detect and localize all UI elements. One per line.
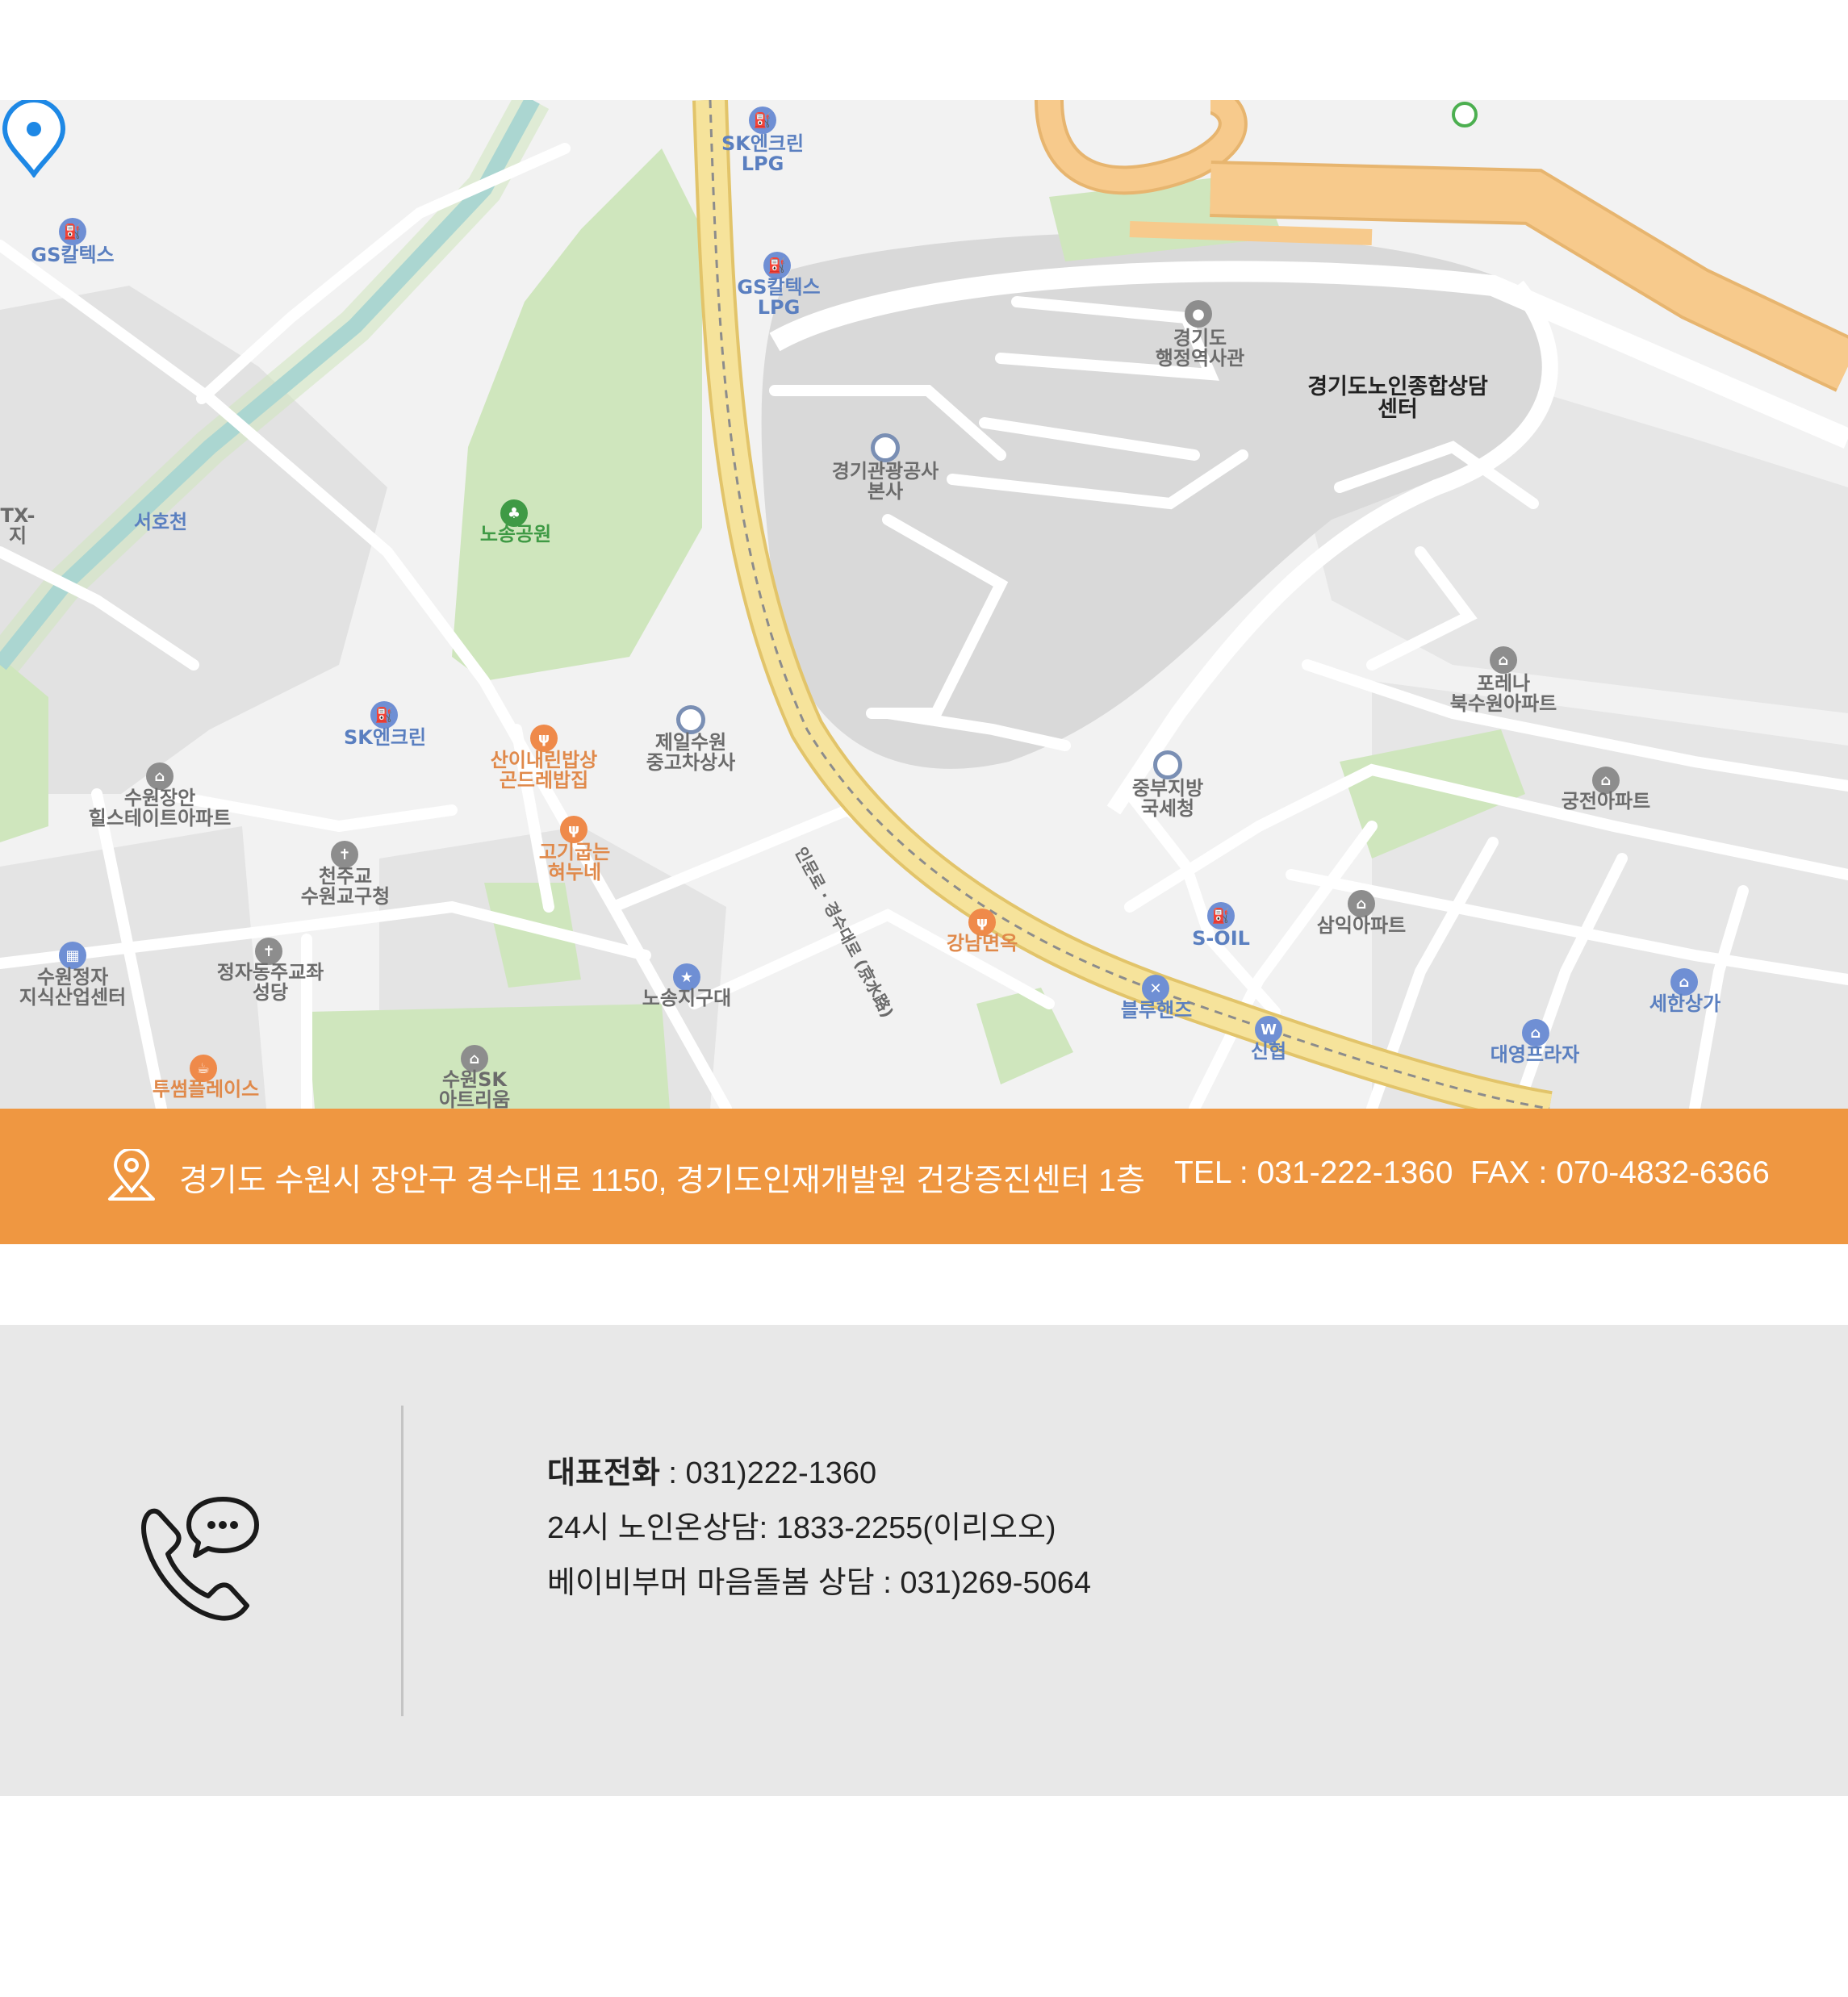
main-phone[interactable]: 대표전화 : 031)222-1360 <box>547 1448 876 1492</box>
main-phone-value: : 031)222-1360 <box>659 1456 877 1490</box>
map-label[interactable]: 산이내린밥상 곤드레밥집 <box>491 750 597 791</box>
main-phone-label: 대표전화 <box>547 1456 660 1490</box>
church-icon[interactable]: ✝ <box>331 841 358 868</box>
target-label[interactable]: 경기도노인종합상담 센터 <box>1307 375 1488 422</box>
gas-station-icon[interactable]: ⛽ <box>370 701 398 729</box>
map-label[interactable]: GS칼텍스 LPG <box>737 277 820 318</box>
map-label[interactable]: 제일수원 중고차상사 <box>646 732 735 773</box>
map-label[interactable]: GS칼텍스 <box>31 244 114 265</box>
contact-section: 대표전화 : 031)222-1360 24시 노인온상담: 1833-2255… <box>0 1325 1848 1796</box>
shop-icon[interactable]: ⌂ <box>1522 1019 1549 1047</box>
divider <box>401 1406 403 1716</box>
tel-text[interactable]: TEL : 031-222-1360 <box>1174 1155 1453 1191</box>
map-label[interactable]: 수원정자 지식산업센터 <box>19 967 126 1008</box>
office-icon[interactable] <box>1153 750 1182 779</box>
restaurant-icon[interactable]: ψ <box>560 816 587 843</box>
gas-station-icon[interactable]: ⛽ <box>1207 902 1235 930</box>
map-label[interactable]: 중부지방 국세청 <box>1132 778 1203 819</box>
apartment-icon[interactable]: ⌂ <box>146 762 174 790</box>
apartment-icon[interactable]: ⌂ <box>1490 646 1517 674</box>
map-label[interactable]: 포레나 북수원아파트 <box>1450 673 1557 714</box>
bank-icon[interactable]: W <box>1255 1016 1282 1043</box>
map-label[interactable]: 정자동주교좌 성당 <box>217 962 324 1003</box>
map-label[interactable]: 궁전아파트 <box>1562 791 1650 812</box>
map-label[interactable]: 삼익아파트 <box>1317 915 1406 936</box>
map-label[interactable]: 천주교 수원교구청 <box>301 866 390 907</box>
map-label[interactable]: TX- 지 <box>1 505 36 546</box>
map-label[interactable]: 노송공원 <box>480 524 551 545</box>
address-bar: 경기도 수원시 장안구 경수대로 1150, 경기도인재개발원 건강증진센터 1… <box>0 1109 1848 1244</box>
gas-station-icon[interactable]: ⛽ <box>763 252 791 279</box>
map-label[interactable]: 강남면옥 <box>947 933 1018 954</box>
map-label[interactable]: 세한상가 <box>1649 993 1720 1014</box>
location-pin-icon <box>108 1149 155 1201</box>
map-label[interactable]: SK엔크린 <box>344 727 426 748</box>
map-label[interactable]: S-OIL <box>1192 928 1250 949</box>
map-label[interactable]: SK엔크린 LPG <box>721 133 804 174</box>
location-marker-icon[interactable] <box>0 100 68 178</box>
office-icon[interactable] <box>676 705 705 734</box>
phone-chat-icon <box>141 1497 259 1621</box>
gas-station-icon[interactable]: ⛽ <box>59 218 86 245</box>
office-icon[interactable] <box>871 433 900 462</box>
map-label[interactable]: 투썸플레이스 <box>153 1079 259 1100</box>
map-label[interactable]: 수원SK 아트리움 <box>439 1069 510 1109</box>
landmark-icon[interactable]: ● <box>1185 300 1212 328</box>
building-icon[interactable]: ▦ <box>59 942 86 969</box>
map-label[interactable]: 경기관광공사 본사 <box>832 461 939 502</box>
address-text: 경기도 수원시 장안구 경수대로 1150, 경기도인재개발원 건강증진센터 1… <box>179 1164 1145 1198</box>
fax-text: FAX : 070-4832-6366 <box>1470 1155 1770 1190</box>
gas-station-icon[interactable]: ⛽ <box>749 107 776 134</box>
car-repair-icon[interactable]: ✕ <box>1142 975 1169 1002</box>
shop-icon[interactable]: ⌂ <box>1670 968 1698 996</box>
senior-counsel-phone[interactable]: 24시 노인온상담: 1833-2255(이리오오) <box>547 1502 1056 1547</box>
map-label[interactable]: 노송지구대 <box>642 988 731 1009</box>
map-label[interactable]: 서호천 <box>134 512 187 533</box>
map-label[interactable]: 블루핸즈 <box>1121 1000 1192 1021</box>
map-label[interactable]: 대영프라자 <box>1491 1044 1579 1065</box>
map[interactable]: ⛽ ⛽ ⛽ ● ♣ ⌂ ⛽ ψ ⌂ ⌂ ψ ✝ ⛽ ⌂ ψ ▦ ✝ ★ ✕ ⌂ … <box>0 100 1848 1109</box>
map-label[interactable]: 경기도 행정역사관 <box>1156 328 1244 369</box>
map-label[interactable]: 신협 <box>1251 1041 1286 1062</box>
restaurant-icon[interactable]: ψ <box>530 725 558 752</box>
map-label[interactable]: 고기굽는 혀누네 <box>539 842 610 883</box>
map-label[interactable]: 수원장안 힐스테이트아파트 <box>89 788 232 829</box>
babyboomer-counsel-phone[interactable]: 베이비부머 마음돌봄 상담 : 031)269-5064 <box>547 1557 1091 1602</box>
apartment-icon[interactable]: ⌂ <box>1348 890 1375 917</box>
